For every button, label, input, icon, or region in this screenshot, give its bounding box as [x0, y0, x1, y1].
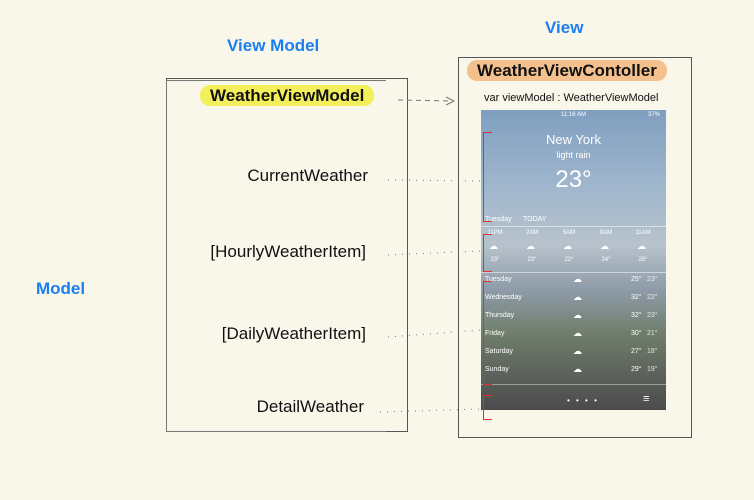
page-dots: • • • • — [567, 396, 599, 405]
cloud-rain-icon: ☁ — [573, 310, 582, 320]
hourly-connector — [387, 250, 482, 256]
daily-low: 19° — [647, 366, 658, 373]
hour-temp: 25° — [638, 257, 648, 263]
divider — [481, 384, 666, 385]
daily-low: 23° — [647, 312, 658, 319]
daily-high: 30° — [631, 330, 642, 337]
daily-high: 32° — [631, 312, 642, 319]
condition-text: light rain — [556, 150, 591, 160]
phone-screenshot: 11:16 AM 37% New York light rain 23° Tue… — [481, 110, 666, 410]
status-battery: 37% — [647, 112, 660, 118]
cloud-icon: ☁ — [573, 346, 582, 356]
daily-connector — [387, 329, 482, 338]
hour-time: 8AM — [599, 230, 613, 236]
current-bracket — [483, 132, 492, 222]
list-icon: ≡ — [643, 393, 650, 405]
cloud-icon: ☁ — [600, 241, 609, 251]
hour-temp: 23° — [527, 257, 537, 263]
daily-high: 29° — [631, 366, 642, 373]
hour-time: 2AM — [525, 230, 539, 236]
daily-high: 32° — [631, 294, 642, 301]
daily-low: 23° — [647, 276, 658, 283]
cloud-rain-icon: ☁ — [526, 241, 535, 251]
hourly-bracket — [483, 234, 492, 272]
hour-temp: 24° — [601, 257, 611, 263]
divider — [481, 226, 666, 227]
status-time: 11:16 AM — [561, 112, 586, 118]
daily-bracket — [483, 281, 492, 385]
daily-high: 25° — [631, 276, 642, 283]
hour-temp: 22° — [564, 257, 574, 263]
daily-low: 21° — [647, 330, 658, 337]
daily-low: 18° — [647, 348, 658, 355]
detail-connector — [379, 408, 482, 413]
hour-time: 5AM — [562, 230, 576, 236]
cloud-icon: ☁ — [563, 241, 572, 251]
cloud-icon: ☁ — [573, 364, 582, 374]
today-label: TODAY — [523, 216, 547, 223]
detail-bracket — [483, 395, 492, 420]
hourly-strip: 11PM 2AM 5AM 8AM 11AM ☁ ☁ ☁ ☁ ☁ 23° 23° … — [485, 230, 665, 270]
current-temp: 23° — [555, 166, 592, 193]
daily-high: 27° — [631, 348, 642, 355]
current-weather-connector — [387, 179, 482, 182]
vm-to-vc-arrow-line — [397, 99, 453, 102]
divider — [481, 272, 666, 273]
cloud-sun-icon: ☁ — [637, 241, 646, 251]
daily-low: 22° — [647, 294, 658, 301]
cloud-rain-icon: ☁ — [573, 292, 582, 302]
cloud-icon: ☁ — [573, 274, 582, 284]
cloud-icon: ☁ — [573, 328, 582, 338]
hour-time: 11AM — [635, 230, 651, 236]
city-name: New York — [546, 132, 601, 147]
